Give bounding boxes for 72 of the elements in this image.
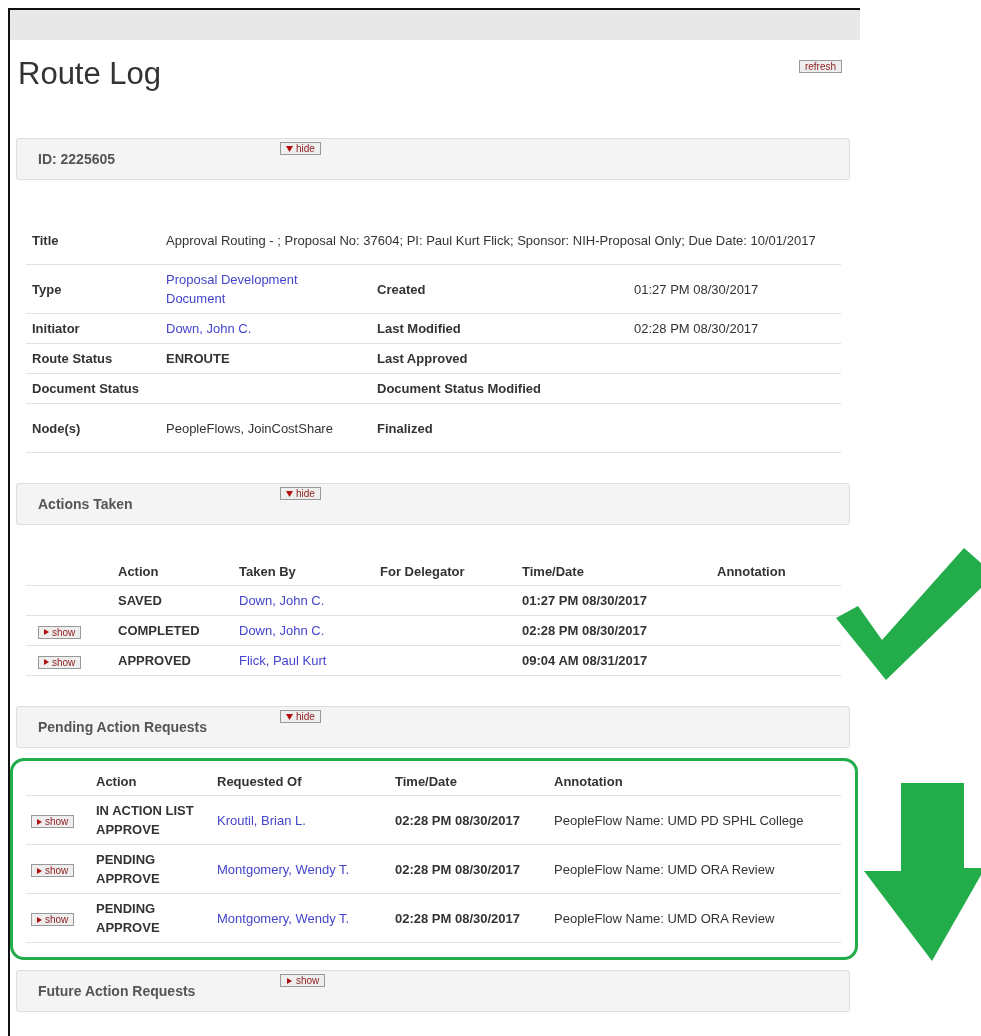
detail-label: Last Approved bbox=[377, 351, 468, 366]
person-link[interactable]: Montgomery, Wendy T. bbox=[217, 861, 350, 877]
detail-value: ENROUTE bbox=[166, 351, 230, 366]
annotation-text: PeopleFlow Name: UMD PD SPHL College bbox=[554, 812, 804, 828]
time-text: 01:27 PM 08/30/2017 bbox=[522, 593, 648, 608]
time-text: 02:28 PM 08/30/2017 bbox=[395, 910, 521, 926]
hide-button[interactable]: hide bbox=[280, 142, 321, 155]
show-button[interactable]: show bbox=[31, 815, 75, 828]
show-button[interactable]: show bbox=[31, 913, 75, 926]
detail-value: PeopleFlows, JoinCostShare bbox=[166, 420, 333, 436]
caret-right-icon bbox=[286, 977, 293, 984]
column-header: Action bbox=[96, 773, 137, 789]
detail-label: Title bbox=[32, 232, 59, 248]
detail-label: Type bbox=[32, 281, 62, 297]
time-text: 02:28 PM 08/30/2017 bbox=[522, 623, 648, 638]
caret-right-icon bbox=[37, 818, 42, 825]
person-link[interactable]: Kroutil, Brian L. bbox=[217, 812, 306, 828]
section-title: Actions Taken bbox=[38, 496, 134, 512]
action-text: PENDING APPROVE bbox=[96, 900, 161, 937]
caret-down-icon bbox=[286, 145, 293, 152]
column-header: Requested Of bbox=[217, 773, 302, 789]
show-button[interactable]: show bbox=[280, 974, 326, 987]
column-header: Time/Date bbox=[522, 563, 584, 579]
refresh-button[interactable]: refresh bbox=[798, 60, 842, 73]
caret-right-icon bbox=[37, 867, 42, 874]
time-text: 02:28 PM 08/30/2017 bbox=[395, 812, 521, 828]
action-text: APPROVED bbox=[118, 653, 191, 668]
hide-button[interactable]: hide bbox=[280, 710, 321, 723]
column-header: Annotation bbox=[717, 563, 786, 579]
detail-label: Last Modified bbox=[377, 321, 461, 336]
action-text: SAVED bbox=[118, 593, 162, 608]
detail-label: Finalized bbox=[377, 420, 433, 436]
section-title: Pending Action Requests bbox=[38, 719, 209, 735]
person-link[interactable]: Down, John C. bbox=[239, 623, 325, 638]
caret-right-icon bbox=[44, 659, 49, 665]
column-header: Time/Date bbox=[395, 773, 457, 789]
section-title: Future Action Requests bbox=[38, 983, 197, 999]
column-header: Taken By bbox=[239, 563, 296, 579]
column-header: Annotation bbox=[554, 773, 623, 789]
time-text: 02:28 PM 08/30/2017 bbox=[395, 861, 521, 877]
time-text: 09:04 AM 08/31/2017 bbox=[522, 653, 648, 668]
detail-label: Created bbox=[377, 281, 426, 297]
caret-down-icon bbox=[286, 490, 293, 497]
page-title: Route Log bbox=[18, 56, 162, 93]
detail-label: Route Status bbox=[32, 351, 113, 366]
show-button[interactable]: show bbox=[31, 864, 75, 877]
person-link[interactable]: Montgomery, Wendy T. bbox=[217, 910, 350, 926]
caret-right-icon bbox=[44, 629, 49, 635]
detail-value: 01:27 PM 08/30/2017 bbox=[634, 281, 759, 297]
caret-down-icon bbox=[286, 713, 293, 720]
column-header: For Delegator bbox=[380, 563, 465, 579]
show-button[interactable]: show bbox=[38, 655, 82, 669]
caret-right-icon bbox=[37, 916, 42, 923]
section-title: ID: 2225605 bbox=[38, 151, 117, 167]
person-link[interactable]: Flick, Paul Kurt bbox=[239, 653, 327, 668]
detail-value: 02:28 PM 08/30/2017 bbox=[634, 321, 759, 336]
detail-link[interactable]: Down, John C. bbox=[166, 319, 252, 338]
annotation-text: PeopleFlow Name: UMD ORA Review bbox=[554, 910, 775, 926]
action-text: COMPLETED bbox=[118, 623, 200, 638]
column-header: Action bbox=[118, 563, 159, 579]
action-text: PENDING APPROVE bbox=[96, 851, 161, 888]
detail-label: Document Status bbox=[32, 381, 139, 396]
detail-label: Document Status Modified bbox=[377, 381, 541, 396]
detail-label: Initiator bbox=[32, 321, 80, 336]
action-text: IN ACTION LIST APPROVE bbox=[96, 802, 195, 839]
person-link[interactable]: Down, John C. bbox=[239, 593, 325, 608]
detail-value: Approval Routing - ; Proposal No: 37604; PI: Paul Kurt Flick; Sponsor: NIH-Proposal Only; Due Date: 10/01/2017 bbox=[166, 232, 816, 248]
detail-link[interactable]: Proposal Development Document bbox=[166, 270, 336, 308]
detail-label: Node(s) bbox=[32, 420, 81, 436]
annotation-text: PeopleFlow Name: UMD ORA Review bbox=[554, 861, 775, 877]
show-button[interactable]: show bbox=[38, 625, 82, 639]
hide-button[interactable]: hide bbox=[280, 487, 321, 500]
